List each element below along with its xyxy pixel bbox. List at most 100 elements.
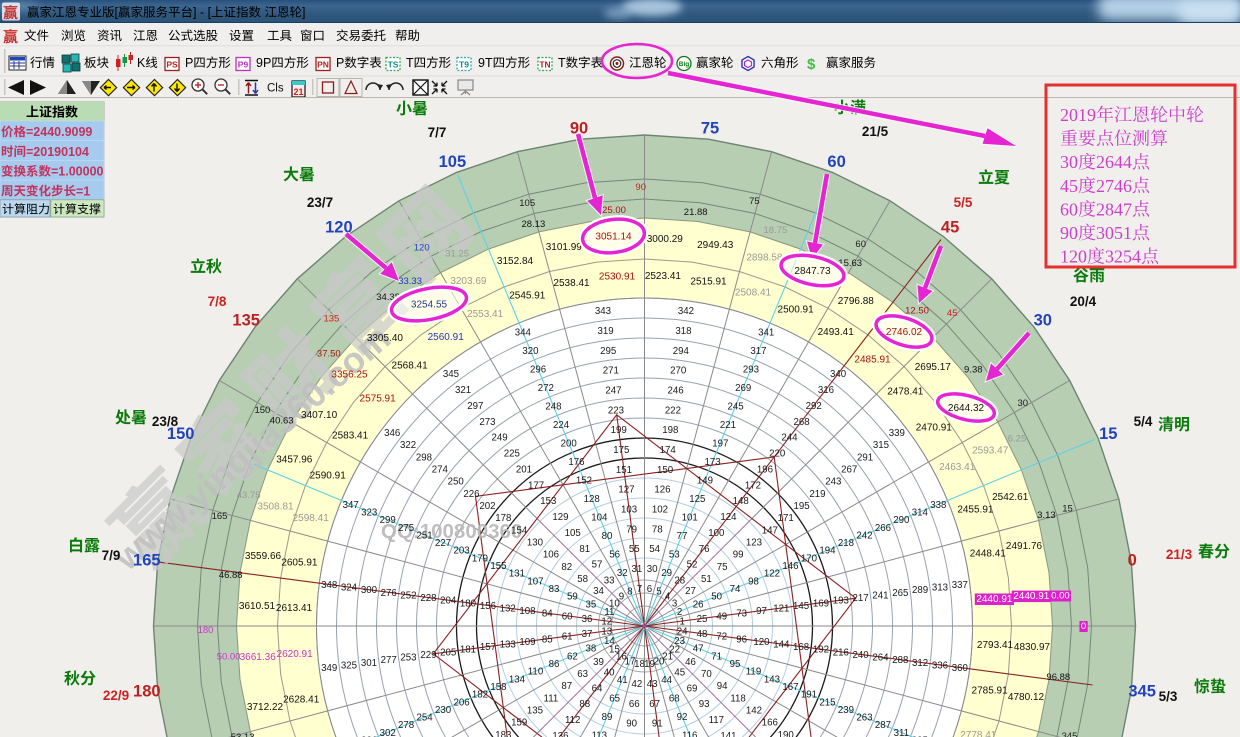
svg-text:31.25: 31.25 <box>445 249 469 260</box>
svg-text:150: 150 <box>657 465 674 476</box>
svg-text:220: 220 <box>769 449 786 460</box>
svg-text:347: 347 <box>343 500 359 511</box>
svg-text:3508.81: 3508.81 <box>257 502 294 513</box>
svg-text:246: 246 <box>668 386 684 397</box>
svg-text:146: 146 <box>782 561 798 572</box>
svg-text:]: ] <box>302 6 305 20</box>
svg-text:32: 32 <box>617 568 628 579</box>
svg-text:25.00: 25.00 <box>602 205 626 216</box>
svg-text:2545.91: 2545.91 <box>509 291 546 302</box>
svg-text:52: 52 <box>687 560 698 571</box>
svg-text:250: 250 <box>448 477 465 488</box>
svg-text:27: 27 <box>685 586 696 597</box>
svg-text:62: 62 <box>567 651 578 662</box>
svg-text:218: 218 <box>838 538 854 549</box>
svg-text:180: 180 <box>198 625 214 636</box>
svg-text:2500.91: 2500.91 <box>778 305 815 316</box>
svg-text:9P: 9P <box>256 56 271 70</box>
svg-text:18.75: 18.75 <box>764 225 788 236</box>
svg-text:249: 249 <box>492 433 508 444</box>
svg-text:37.50: 37.50 <box>317 349 341 360</box>
svg-text:93: 93 <box>699 699 710 710</box>
svg-text:] - [: ] - [ <box>193 6 212 20</box>
svg-text:2440.91: 2440.91 <box>1013 591 1050 602</box>
svg-text:217: 217 <box>853 593 869 604</box>
svg-text:87: 87 <box>561 681 572 692</box>
svg-text:21/3: 21/3 <box>1166 547 1193 562</box>
svg-text:40.63: 40.63 <box>270 415 294 426</box>
svg-text:2898.58: 2898.58 <box>746 253 783 264</box>
svg-text:157: 157 <box>480 642 496 653</box>
svg-text:2847: 2847 <box>1096 199 1132 219</box>
svg-text:166: 166 <box>762 718 778 729</box>
svg-text:28: 28 <box>674 576 685 587</box>
svg-text:0.00: 0.00 <box>1051 591 1070 602</box>
svg-text:196: 196 <box>757 464 773 475</box>
svg-text:197: 197 <box>712 439 728 450</box>
svg-text:154: 154 <box>511 525 528 536</box>
svg-text:84: 84 <box>542 609 553 620</box>
svg-text:178: 178 <box>495 513 511 524</box>
svg-text:31: 31 <box>632 564 643 575</box>
svg-text:302: 302 <box>380 728 396 737</box>
svg-text:2644.32: 2644.32 <box>948 403 985 414</box>
svg-text:344: 344 <box>515 328 532 339</box>
svg-text:47: 47 <box>693 644 704 655</box>
svg-text:219: 219 <box>809 489 825 500</box>
svg-text:6.25: 6.25 <box>1008 434 1027 445</box>
svg-text:239: 239 <box>838 705 854 716</box>
svg-text:176: 176 <box>568 457 584 468</box>
svg-text:225: 225 <box>504 449 520 460</box>
svg-text:270: 270 <box>670 366 687 377</box>
svg-text:74: 74 <box>730 584 741 595</box>
svg-text:2560.91: 2560.91 <box>428 332 465 343</box>
svg-text:48: 48 <box>697 629 708 640</box>
svg-text:3610.51: 3610.51 <box>239 601 276 612</box>
svg-text:336: 336 <box>932 660 948 671</box>
svg-text:105: 105 <box>439 153 467 171</box>
svg-text:198: 198 <box>662 425 678 436</box>
svg-text:43: 43 <box>647 679 658 690</box>
svg-text:247: 247 <box>605 386 621 397</box>
svg-text:202: 202 <box>479 501 495 512</box>
svg-text:195: 195 <box>794 501 810 512</box>
svg-text:2448.41: 2448.41 <box>970 549 1007 560</box>
svg-text:229: 229 <box>420 650 436 661</box>
svg-text:348: 348 <box>321 580 337 591</box>
svg-text:191: 191 <box>801 690 817 701</box>
svg-text:T: T <box>406 56 414 70</box>
svg-text:2: 2 <box>677 607 682 618</box>
svg-text:169: 169 <box>813 598 829 609</box>
svg-text:44: 44 <box>661 675 672 686</box>
svg-text:42: 42 <box>632 679 643 690</box>
svg-text:107: 107 <box>527 576 543 587</box>
svg-text:125: 125 <box>689 494 705 505</box>
svg-text:38: 38 <box>586 644 597 655</box>
svg-text:3661.36: 3661.36 <box>240 652 277 663</box>
svg-text:177: 177 <box>528 480 544 491</box>
svg-text:34: 34 <box>593 586 604 597</box>
svg-text:88: 88 <box>579 699 590 710</box>
svg-text:0: 0 <box>1081 621 1086 632</box>
svg-text:183: 183 <box>495 730 511 737</box>
svg-text:Cls: Cls <box>267 83 284 95</box>
svg-text:63: 63 <box>577 669 588 680</box>
svg-text:180: 180 <box>133 683 161 701</box>
svg-text:2553.41: 2553.41 <box>467 309 504 320</box>
svg-text:180: 180 <box>460 598 477 609</box>
svg-text:3457.96: 3457.96 <box>276 455 313 466</box>
svg-text:86: 86 <box>549 659 560 670</box>
svg-text:3101.99: 3101.99 <box>546 242 583 253</box>
svg-text:130: 130 <box>527 538 544 549</box>
svg-text:95: 95 <box>730 659 741 670</box>
svg-text:82: 82 <box>561 562 572 573</box>
svg-text:46.88: 46.88 <box>219 570 243 581</box>
svg-text:200: 200 <box>561 439 578 450</box>
svg-text:96: 96 <box>736 634 747 645</box>
svg-text:45: 45 <box>674 668 685 679</box>
svg-text:126: 126 <box>654 485 670 496</box>
svg-text:60: 60 <box>1060 199 1078 219</box>
svg-text:298: 298 <box>416 452 432 463</box>
svg-text:2019: 2019 <box>1060 105 1096 125</box>
svg-text:129: 129 <box>552 512 568 523</box>
